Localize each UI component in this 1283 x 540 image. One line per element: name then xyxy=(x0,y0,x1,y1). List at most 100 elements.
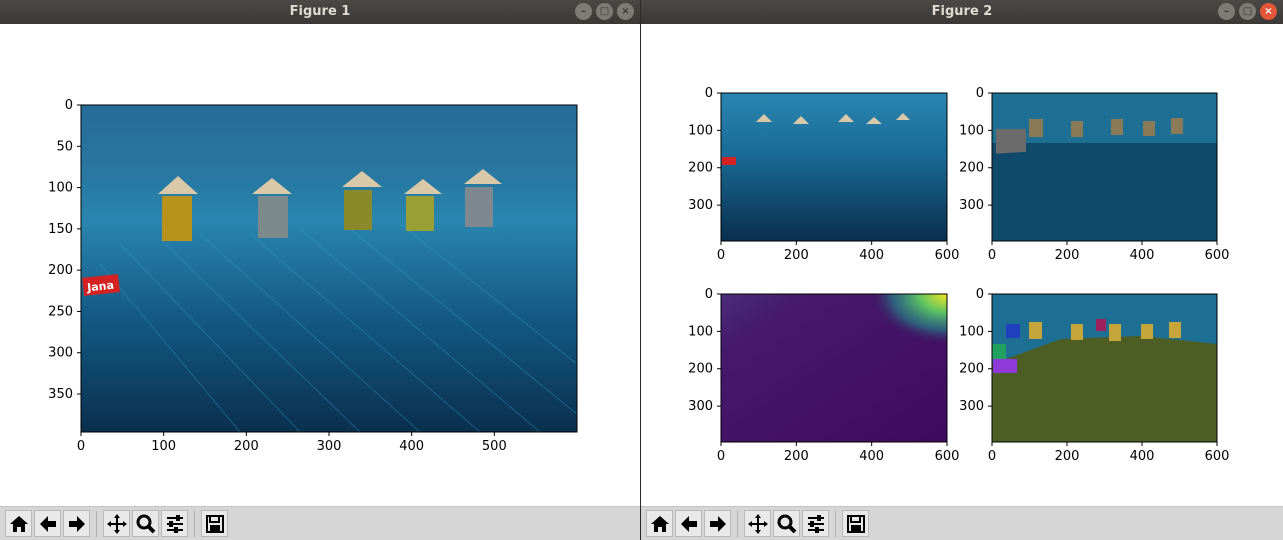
toolbar-separator xyxy=(737,510,738,537)
minimize-button[interactable]: – xyxy=(1218,3,1235,20)
save-icon xyxy=(205,514,224,533)
x-tick-label: 600 xyxy=(1205,449,1230,464)
y-tick-label: 350 xyxy=(48,387,73,402)
y-tick-label: 200 xyxy=(688,362,713,377)
configure-subplots-button[interactable] xyxy=(161,510,188,537)
zoom-button[interactable] xyxy=(773,510,800,537)
x-tick-label: 0 xyxy=(717,248,725,263)
home-button[interactable] xyxy=(5,510,32,537)
home-icon xyxy=(650,515,669,532)
back-icon xyxy=(39,515,56,532)
window-title: Figure 1 xyxy=(289,4,351,19)
image-axes: Jana xyxy=(80,104,578,433)
y-tick-label: 300 xyxy=(48,346,73,361)
x-tick-label: 0 xyxy=(988,248,996,263)
y-tick-label: 200 xyxy=(48,263,73,278)
maximize-button[interactable]: □ xyxy=(596,3,613,20)
pan-button[interactable] xyxy=(103,510,130,537)
window-controls: – □ × xyxy=(1218,3,1277,20)
forward-icon xyxy=(709,515,726,532)
y-tick-label: 100 xyxy=(959,123,984,138)
pan-icon xyxy=(106,513,127,534)
zoom-icon xyxy=(136,514,155,533)
maximize-button[interactable]: □ xyxy=(1239,3,1256,20)
x-tick-label: 100 xyxy=(151,439,176,454)
y-tick-label: 0 xyxy=(976,287,984,302)
title-bar[interactable]: Figure 1 – □ × xyxy=(0,0,640,24)
close-button[interactable]: × xyxy=(617,3,634,20)
figure-1-window: Figure 1 – □ × Jana 0 100 200 300 400 50… xyxy=(0,0,640,540)
close-button[interactable]: × xyxy=(1260,3,1277,20)
y-tick-label: 250 xyxy=(48,304,73,319)
minimize-button[interactable]: – xyxy=(575,3,592,20)
x-tick-label: 200 xyxy=(784,449,809,464)
home-icon xyxy=(9,515,28,532)
x-tick-label: 200 xyxy=(234,439,259,454)
toolbar-separator xyxy=(194,510,195,537)
subplot-depth-map xyxy=(720,293,948,443)
x-tick-label: 600 xyxy=(935,248,960,263)
x-tick-label: 400 xyxy=(859,449,884,464)
y-tick-label: 0 xyxy=(65,98,73,113)
subplot-segmentation-overlay xyxy=(991,293,1218,443)
title-bar[interactable]: Figure 2 – □ × xyxy=(641,0,1283,24)
x-tick-label: 400 xyxy=(399,439,424,454)
y-tick-label: 0 xyxy=(976,86,984,101)
back-button[interactable] xyxy=(34,510,61,537)
navigation-toolbar xyxy=(641,506,1283,540)
y-tick-label: 100 xyxy=(688,123,713,138)
save-button[interactable] xyxy=(842,510,869,537)
figure-2-window: Figure 2 – □ × 0 200 400 600 0 100 200 3… xyxy=(641,0,1283,540)
toolbar-separator xyxy=(96,510,97,537)
y-tick-label: 300 xyxy=(959,399,984,414)
x-tick-label: 0 xyxy=(988,449,996,464)
forward-button[interactable] xyxy=(704,510,731,537)
x-tick-label: 200 xyxy=(1055,449,1080,464)
y-tick-label: 300 xyxy=(688,399,713,414)
x-tick-label: 200 xyxy=(1055,248,1080,263)
x-tick-label: 300 xyxy=(317,439,342,454)
zoom-icon xyxy=(777,514,796,533)
x-tick-label: 400 xyxy=(859,248,884,263)
back-button[interactable] xyxy=(675,510,702,537)
subplot-original-image xyxy=(720,92,948,242)
figure-1-axes-svg: Jana 0 100 200 300 400 500 0 50 100 150 200 250 300 3… xyxy=(48,98,578,454)
configure-subplots-icon xyxy=(166,514,183,533)
y-tick-label: 150 xyxy=(48,222,73,237)
home-button[interactable] xyxy=(646,510,673,537)
x-tick-label: 400 xyxy=(1130,248,1155,263)
forward-icon xyxy=(68,515,85,532)
y-tick-label: 200 xyxy=(959,362,984,377)
y-tick-label: 200 xyxy=(688,161,713,176)
save-icon xyxy=(846,514,865,533)
x-tick-label: 600 xyxy=(1205,248,1230,263)
navigation-toolbar xyxy=(0,506,640,540)
forward-button[interactable] xyxy=(63,510,90,537)
y-tick-label: 0 xyxy=(705,86,713,101)
window-controls: – □ × xyxy=(575,3,634,20)
pan-icon xyxy=(747,513,768,534)
configure-subplots-icon xyxy=(807,514,824,533)
save-button[interactable] xyxy=(201,510,228,537)
window-title: Figure 2 xyxy=(931,4,993,19)
x-tick-label: 0 xyxy=(717,449,725,464)
figure-canvas[interactable]: 0 200 400 600 0 100 200 300 0 200 400 600 0 100 200 300… xyxy=(641,24,1283,506)
pan-button[interactable] xyxy=(744,510,771,537)
x-tick-label: 0 xyxy=(77,439,85,454)
zoom-button[interactable] xyxy=(132,510,159,537)
y-tick-label: 50 xyxy=(56,139,73,154)
x-tick-label: 400 xyxy=(1130,449,1155,464)
x-tick-label: 500 xyxy=(482,439,507,454)
y-tick-label: 100 xyxy=(688,324,713,339)
y-tick-label: 300 xyxy=(959,198,984,213)
y-tick-label: 100 xyxy=(48,181,73,196)
y-tick-label: 200 xyxy=(959,161,984,176)
back-icon xyxy=(680,515,697,532)
subplot-segmentation xyxy=(991,92,1218,242)
y-tick-label: 100 xyxy=(959,324,984,339)
x-tick-label: 600 xyxy=(935,449,960,464)
toolbar-separator xyxy=(835,510,836,537)
figure-2-axes-svg: 0 200 400 600 0 100 200 300 0 200 400 600 0 100 200 300… xyxy=(688,86,1230,464)
figure-canvas[interactable]: Jana 0 100 200 300 400 500 0 50 100 150 200 250 300 3… xyxy=(0,24,640,506)
configure-subplots-button[interactable] xyxy=(802,510,829,537)
